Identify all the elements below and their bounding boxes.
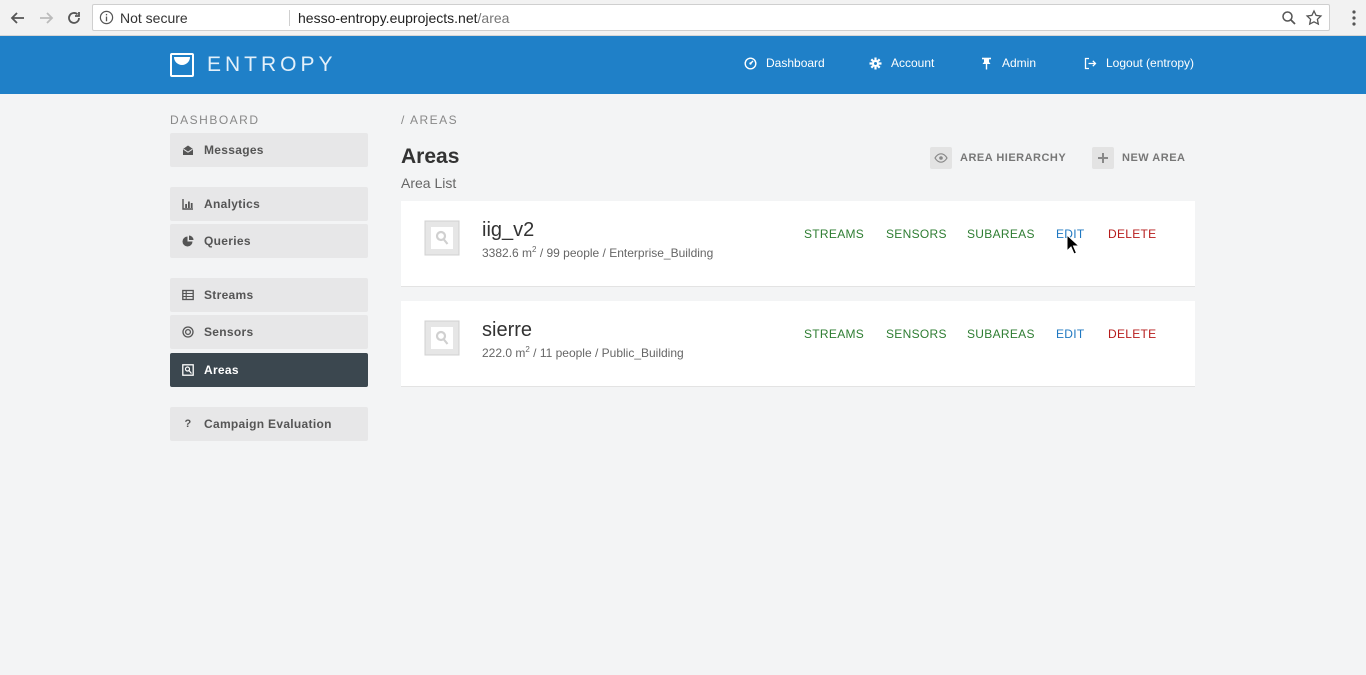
eye-icon [930,147,952,169]
sidebar-item-label: Sensors [204,325,254,339]
gear-icon [869,57,882,70]
url-host: hesso-entropy.euprojects.net [298,10,478,26]
sidebar-item-label: Streams [204,288,254,302]
pie-chart-icon [182,235,194,247]
address-divider [289,10,290,26]
sidebar-item-campaign-evaluation[interactable]: ? Campaign Evaluation [170,407,368,441]
dashboard-icon [744,56,757,70]
sidebar-item-areas[interactable]: Areas [170,353,368,387]
sidebar-item-queries[interactable]: Queries [170,224,368,258]
area-meta: 222.0 m2 / 11 people / Public_Building [482,345,684,360]
nav-logout-label: Logout (entropy) [1106,56,1195,70]
bar-chart-icon [182,198,194,210]
sidebar-item-label: Messages [204,143,264,157]
sidebar-item-messages[interactable]: Messages [170,133,368,167]
logo-text: ENTROPY [207,53,337,76]
area-size: 3382.6 m [482,246,533,260]
sidebar-item-label: Areas [204,363,239,377]
nav-account-label: Account [891,56,935,70]
nav-admin[interactable]: Admin [980,56,1036,70]
delete-link[interactable]: DELETE [1108,327,1156,341]
arrow-right-icon [40,12,54,24]
arrow-left-icon [10,12,24,24]
page-title: Areas [401,145,460,168]
sidebar-item-label: Queries [204,234,251,248]
nav-account[interactable]: Account [869,56,934,70]
plus-icon [1092,147,1114,169]
nav-logout[interactable]: Logout (entropy) [1084,56,1194,70]
streams-link[interactable]: STREAMS [804,327,864,341]
app-logo[interactable]: ENTROPY [170,53,337,77]
new-area-button[interactable]: NEW AREA [1092,147,1185,169]
envelope-icon [182,144,194,156]
url-path: /area [477,10,510,26]
browser-toolbar: Not secure hesso-entropy.euprojects.net/… [0,0,1366,36]
address-bar[interactable]: Not secure hesso-entropy.euprojects.net/… [92,4,1330,31]
nav-admin-label: Admin [1002,56,1037,70]
security-label[interactable]: Not secure [120,10,188,26]
reload-button[interactable] [62,6,86,30]
sidebar-item-analytics[interactable]: Analytics [170,187,368,221]
app-header: ENTROPY Dashboard Account Admin Logout (… [0,36,1366,94]
question-icon: ? [184,418,192,430]
area-hierarchy-label: AREA HIERARCHY [960,152,1067,164]
area-placeholder-icon [424,220,460,256]
sidebar-heading: DASHBOARD [170,113,260,127]
logo-icon [170,53,194,77]
forward-button[interactable] [34,6,58,30]
area-size: 222.0 m [482,346,526,360]
target-icon [182,326,194,338]
area-name: iig_v2 [482,219,535,241]
area-meta: 3382.6 m2 / 99 people / Enterprise_Build… [482,245,713,260]
area-placeholder-icon [424,320,460,356]
back-button[interactable] [6,6,30,30]
area-details: / 11 people / Public_Building [529,346,684,360]
sensors-link[interactable]: SENSORS [886,227,947,241]
nav-dashboard[interactable]: Dashboard [744,56,825,70]
sidebar-item-label: Campaign Evaluation [204,417,332,431]
streams-link[interactable]: STREAMS [804,227,864,241]
area-name: sierre [482,319,533,341]
area-card: sierre 222.0 m2 / 11 people / Public_Bui… [401,301,1195,387]
delete-link[interactable]: DELETE [1108,227,1156,241]
info-icon[interactable] [99,10,114,25]
url-text[interactable]: hesso-entropy.euprojects.net/area [298,10,509,26]
sidebar-item-streams[interactable]: Streams [170,278,368,312]
zoom-icon[interactable] [1281,10,1297,26]
subareas-link[interactable]: SUBAREAS [967,327,1035,341]
logout-icon [1084,57,1097,70]
nav-dashboard-label: Dashboard [766,56,825,70]
edit-link[interactable]: EDIT [1056,327,1085,341]
map-pin-square-icon [182,364,194,376]
sensors-link[interactable]: SENSORS [886,327,947,341]
reload-icon [68,12,80,24]
subareas-link[interactable]: SUBAREAS [967,227,1035,241]
area-hierarchy-button[interactable]: AREA HIERARCHY [930,147,1066,169]
sidebar-item-sensors[interactable]: Sensors [170,315,368,349]
sidebar-item-label: Analytics [204,197,261,211]
star-icon[interactable] [1305,9,1323,27]
new-area-label: NEW AREA [1122,152,1186,164]
area-details: / 99 people / Enterprise_Building [536,246,714,260]
kebab-menu-icon[interactable] [1352,9,1356,27]
breadcrumb: / AREAS [401,113,459,127]
mouse-cursor-icon [1066,234,1080,255]
table-icon [182,289,194,301]
pin-icon [980,57,993,70]
page-subtitle: Area List [401,175,457,191]
